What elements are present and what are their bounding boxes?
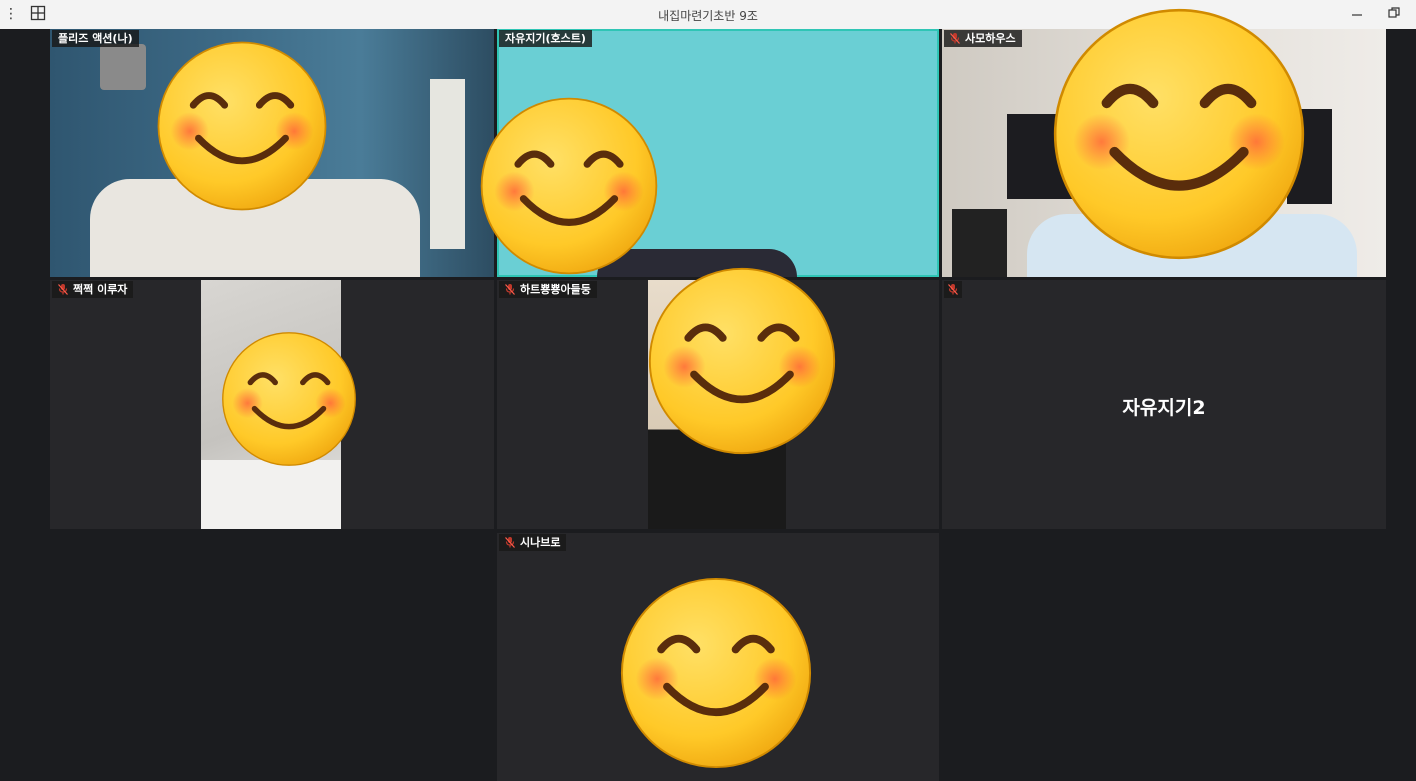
person-body xyxy=(201,460,341,529)
participant-name-label: 하트뿅뿅아들둥 xyxy=(499,281,597,298)
muted-mic-icon xyxy=(505,284,515,295)
video-tile-jjeokjjeok[interactable]: 쩍쩍 이루자 xyxy=(50,280,494,529)
participant-name-label: 자유지기(호스트) xyxy=(499,30,592,47)
video-gallery: 플리즈 액션(나) 자유지기(호스트) 사모하우스 쩍쩍 이루자 하트뿅뿅아들둥… xyxy=(0,29,1416,781)
muted-mic-icon xyxy=(58,284,68,295)
smiley-face-icon xyxy=(618,575,814,771)
speaker xyxy=(952,209,1007,277)
smiley-face-icon xyxy=(1050,5,1308,263)
participant-name-label: 플리즈 액션(나) xyxy=(52,30,139,47)
muted-mic-icon xyxy=(950,33,960,44)
muted-mic-icon xyxy=(948,284,958,295)
minimize-icon[interactable] xyxy=(1350,6,1364,24)
wall-frame xyxy=(430,79,465,249)
participant-name-label: 사모하우스 xyxy=(944,30,1022,47)
smiley-face-icon xyxy=(155,39,329,213)
lamp-shade xyxy=(100,44,146,90)
video-tile-me[interactable]: 플리즈 액션(나) xyxy=(50,29,494,277)
participant-name-label: 쩍쩍 이루자 xyxy=(52,281,134,298)
video-tile-sinabro[interactable]: 시나브로 xyxy=(497,533,939,781)
restore-icon[interactable] xyxy=(1387,6,1401,24)
participant-name-label: 시나브로 xyxy=(499,534,567,551)
smiley-face-icon xyxy=(646,265,838,457)
video-tile-jayujigi2[interactable]: 자유지기2 xyxy=(942,280,1386,529)
muted-mic-icon xyxy=(505,537,515,548)
smiley-face-icon xyxy=(220,330,358,468)
muted-indicator xyxy=(944,281,962,298)
smiley-face-icon xyxy=(478,95,660,277)
participant-display-name: 자유지기2 xyxy=(1122,397,1206,419)
